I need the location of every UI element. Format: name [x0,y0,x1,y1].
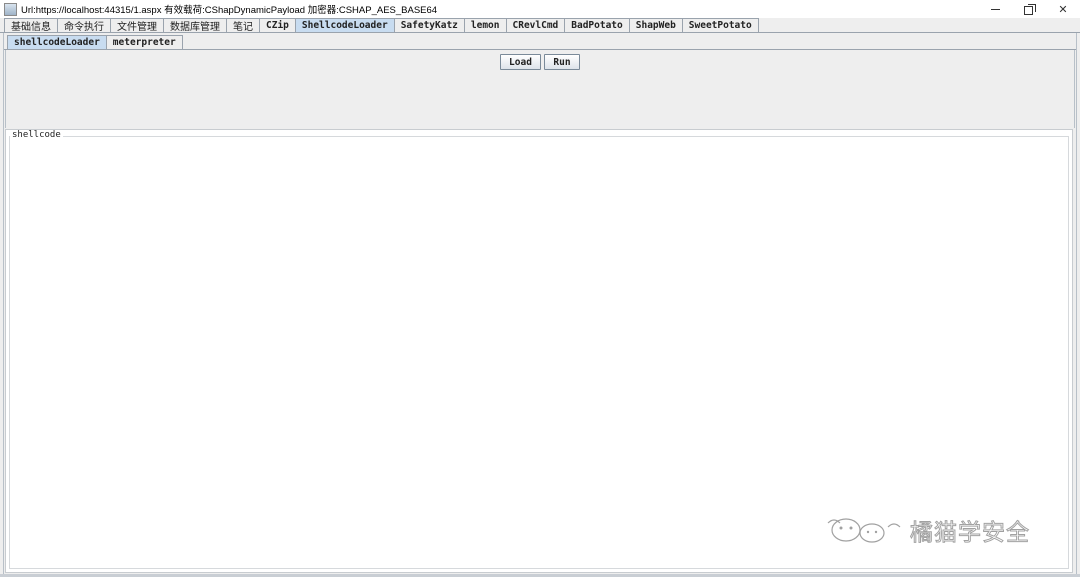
wechat-watermark-icon [827,518,901,543]
main-tab[interactable]: 文件管理 [110,18,164,33]
java-app-icon [4,2,17,16]
main-tab[interactable]: ShapWeb [628,18,683,32]
main-tab[interactable]: SafetyKatz [393,18,465,32]
main-tab[interactable]: ShellcodeLoader [294,18,395,32]
main-tab[interactable]: 命令执行 [57,18,111,33]
main-tab[interactable]: SweetPotato [681,18,759,32]
shellcode-border [9,136,1069,569]
run-button[interactable]: Run [544,54,580,70]
sub-tab-bar: shellcodeLoader meterpreter [7,35,183,49]
sub-tab[interactable]: meterpreter [105,35,183,49]
main-tab[interactable]: CZip [259,18,296,32]
main-tab-bar: 基础信息 命令执行 文件管理 数据库管理 笔记 CZip ShellcodeLoader Sa… [4,18,759,33]
load-button[interactable]: Load [500,54,541,70]
main-tab[interactable]: 笔记 [226,18,260,33]
button-row: Load Run [6,54,1074,70]
app-window: Url:https://localhost:44315/1.aspx 有效载荷:… [0,0,1080,577]
title-bar: Url:https://localhost:44315/1.aspx 有效载荷:… [0,0,1080,18]
watermark: 橘猫学安全 [824,512,1030,548]
close-icon[interactable]: ✕ [1046,0,1080,18]
minimize-icon[interactable] [978,0,1012,18]
main-tab[interactable]: 基础信息 [4,18,58,33]
window-controls: ✕ [978,0,1080,18]
shellcode-panel-title: shellcode [10,130,63,140]
shellcode-loader-panel: shellcodeLoader meterpreter Load Run shel… [3,33,1077,575]
restore-icon[interactable] [1012,0,1046,18]
watermark-text: 橘猫学安全 [910,520,1030,547]
main-tab[interactable]: 数据库管理 [163,18,227,33]
shellcode-text-area[interactable]: shellcode [5,129,1073,573]
window-title: Url:https://localhost:44315/1.aspx 有效载荷:… [21,5,438,16]
main-tab[interactable]: lemon [463,18,507,32]
button-panel: Load Run [5,50,1075,128]
main-tab[interactable]: BadPotato [564,18,630,32]
sub-tab[interactable]: shellcodeLoader [7,35,107,49]
main-tab[interactable]: CRevlCmd [505,18,566,32]
